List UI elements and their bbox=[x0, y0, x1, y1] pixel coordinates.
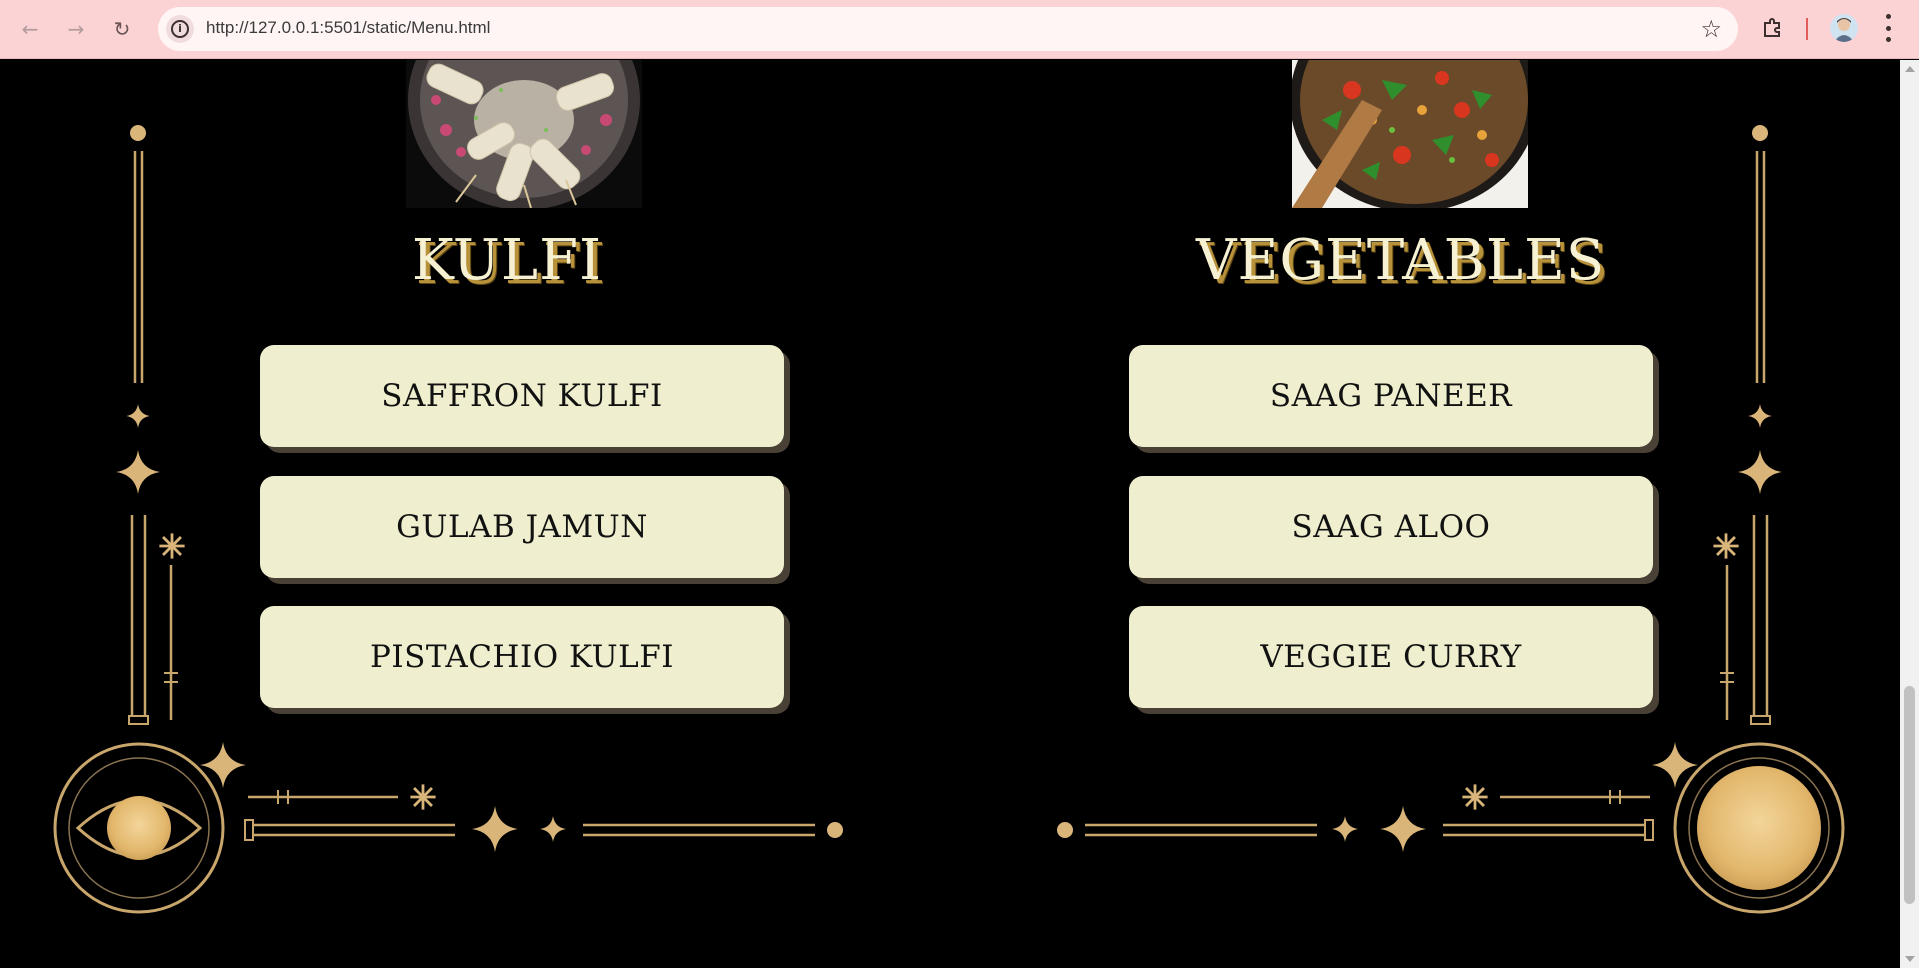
extensions-icon[interactable] bbox=[1762, 16, 1784, 38]
reload-icon[interactable]: ↻ bbox=[106, 13, 138, 45]
menu-item-pistachio-kulfi[interactable]: PISTACHIO KULFI bbox=[260, 606, 784, 708]
url-text[interactable]: http://127.0.0.1:5501/static/Menu.html bbox=[206, 18, 490, 38]
menu-item-gulab-jamun[interactable]: GULAB JAMUN bbox=[260, 476, 784, 578]
profile-avatar[interactable] bbox=[1830, 14, 1858, 42]
vegetables-photo bbox=[1292, 60, 1528, 208]
back-arrow-icon[interactable]: ← bbox=[14, 13, 46, 45]
toolbar-separator bbox=[1806, 18, 1808, 40]
menu-item-saffron-kulfi[interactable]: SAFFRON KULFI bbox=[260, 345, 784, 447]
menu-page: KULFI SAFFRON KULFI GULAB JAMUN PISTACHI… bbox=[0, 60, 1900, 968]
section-title-kulfi: KULFI bbox=[411, 228, 603, 293]
menu-item-saag-paneer[interactable]: SAAG PANEER bbox=[1129, 345, 1653, 447]
address-bar[interactable]: i http://127.0.0.1:5501/static/Menu.html… bbox=[158, 7, 1738, 51]
page-scrollbar[interactable] bbox=[1900, 60, 1919, 968]
scroll-down-arrow-icon[interactable] bbox=[1905, 956, 1915, 962]
bookmark-star-icon[interactable]: ☆ bbox=[1700, 15, 1722, 43]
forward-arrow-icon[interactable]: → bbox=[60, 13, 92, 45]
scroll-thumb[interactable] bbox=[1904, 686, 1915, 904]
section-title-vegetables: VEGETABLES bbox=[1196, 228, 1606, 293]
scroll-up-arrow-icon[interactable] bbox=[1905, 66, 1915, 72]
browser-toolbar: ← → ↻ i http://127.0.0.1:5501/static/Men… bbox=[0, 0, 1919, 59]
kulfi-photo bbox=[406, 60, 642, 208]
menu-item-saag-aloo[interactable]: SAAG ALOO bbox=[1129, 476, 1653, 578]
menu-item-veggie-curry[interactable]: VEGGIE CURRY bbox=[1129, 606, 1653, 708]
site-info-icon[interactable]: i bbox=[166, 15, 194, 43]
browser-menu-icon[interactable] bbox=[1884, 14, 1892, 42]
